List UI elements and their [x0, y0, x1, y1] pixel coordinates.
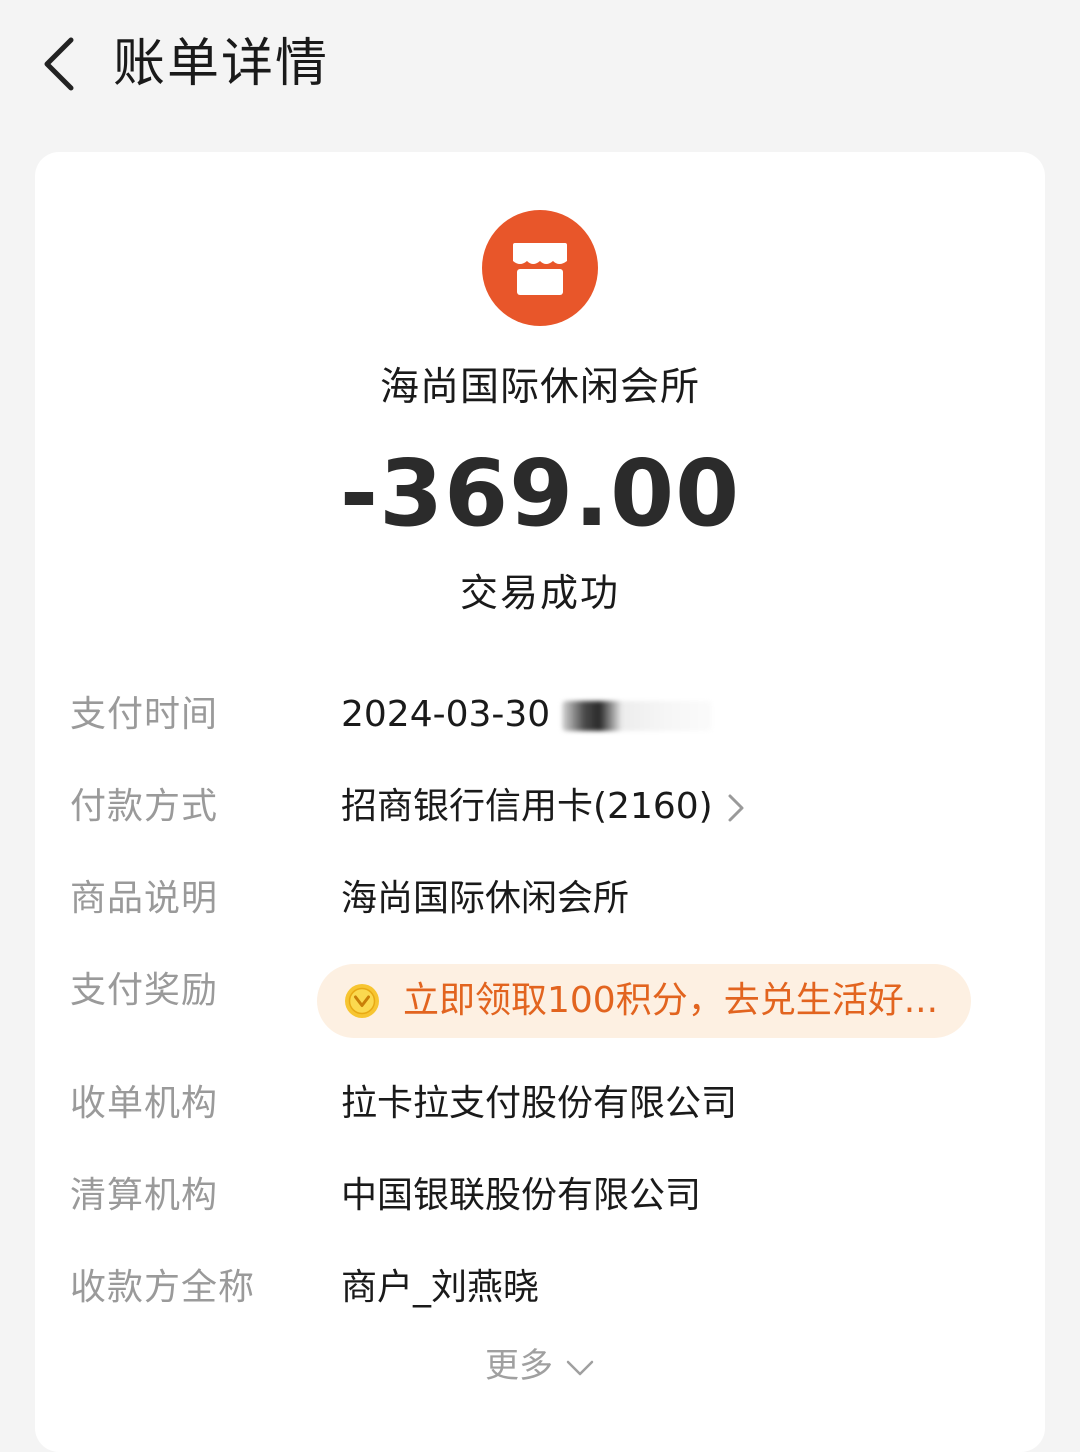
transaction-amount: -369.00: [339, 440, 741, 547]
row-label: 支付奖励: [70, 970, 219, 1011]
more-button[interactable]: 更多: [35, 1338, 1045, 1387]
acquirer-value: 拉卡拉支付股份有限公司: [341, 1083, 738, 1124]
row-clearing: 清算机构 中国银联股份有限公司: [35, 1166, 1045, 1226]
pay-time-value: 2024-03-30: [341, 685, 713, 745]
reward-text: 立即领取100积分，去兑生活好...: [403, 980, 939, 1021]
row-label: 收单机构: [70, 1083, 219, 1124]
coin-icon: [345, 984, 379, 1018]
reward-claim-button[interactable]: 立即领取100积分，去兑生活好...: [317, 964, 971, 1038]
redacted-time-mask: [562, 701, 713, 731]
more-label: 更多: [485, 1346, 553, 1386]
clearing-value: 中国银联股份有限公司: [341, 1175, 702, 1216]
row-pay-time: 支付时间 2024-03-30: [35, 685, 1045, 745]
row-label: 收款方全称: [70, 1267, 256, 1308]
bill-detail-card: 海尚国际休闲会所 -369.00 交易成功 支付时间 2024-03-30 付款…: [35, 152, 1045, 1452]
merchant-logo: [482, 210, 598, 326]
header-bar: 账单详情: [0, 0, 1080, 125]
merchant-name: 海尚国际休闲会所: [379, 365, 700, 410]
row-payee: 收款方全称 商户_刘燕晓: [35, 1258, 1045, 1318]
product-desc-value: 海尚国际休闲会所: [341, 878, 630, 919]
chevron-down-icon: [566, 1360, 594, 1375]
row-product-desc: 商品说明 海尚国际休闲会所: [35, 869, 1045, 929]
transaction-status: 交易成功: [459, 571, 620, 615]
row-payment-method[interactable]: 付款方式 招商银行信用卡(2160): [35, 777, 1045, 837]
payment-method-value[interactable]: 招商银行信用卡(2160): [341, 777, 745, 837]
back-button[interactable]: [28, 24, 88, 104]
row-acquirer: 收单机构 拉卡拉支付股份有限公司: [35, 1074, 1045, 1134]
row-label: 商品说明: [70, 878, 219, 919]
payee-value: 商户_刘燕晓: [341, 1267, 540, 1308]
page-title: 账单详情: [113, 34, 330, 94]
row-label: 支付时间: [70, 694, 219, 735]
chevron-right-icon: [728, 794, 744, 822]
store-icon: [513, 243, 567, 295]
row-label: 付款方式: [70, 786, 219, 827]
chevron-left-icon: [44, 37, 74, 91]
row-label: 清算机构: [70, 1175, 219, 1216]
